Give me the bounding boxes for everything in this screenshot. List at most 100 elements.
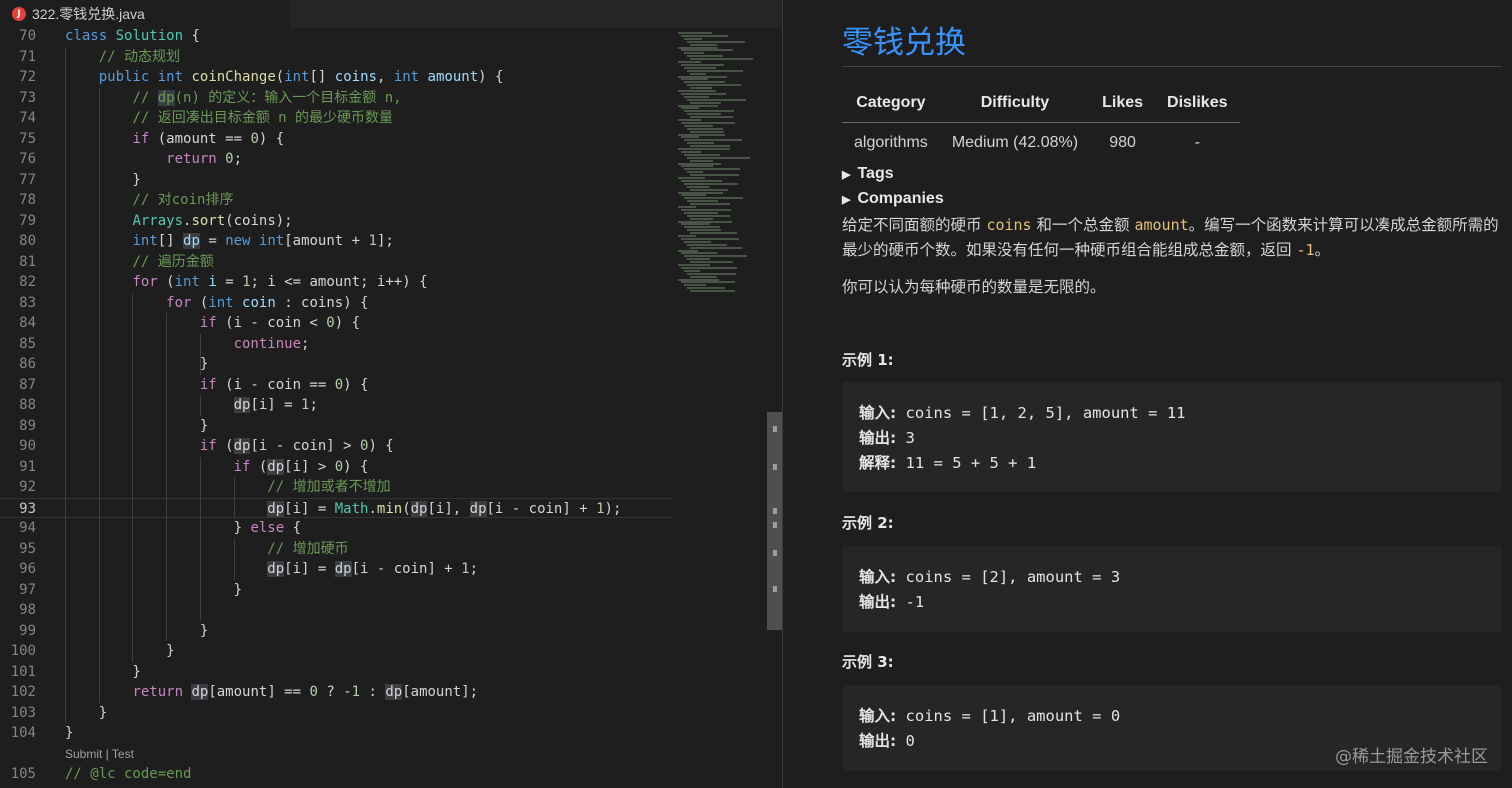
code-line[interactable]: 89 } xyxy=(0,416,672,437)
code-line[interactable]: 95 // 增加硬币 xyxy=(0,539,672,560)
minimap-line xyxy=(690,159,714,162)
vertical-scrollbar[interactable] xyxy=(767,28,782,788)
code-text: } xyxy=(65,622,209,639)
code-line[interactable]: 104} xyxy=(0,723,672,744)
code-line[interactable]: 105 // @lc code=end xyxy=(0,764,672,785)
minimap-line xyxy=(678,235,696,237)
minimap-line xyxy=(684,81,726,84)
code-line[interactable]: 81 // 遍历金额 xyxy=(0,252,672,273)
code-line[interactable]: 86 } xyxy=(0,354,672,375)
minimap-line xyxy=(687,171,704,174)
editor-tab-bar: J 322.零钱兑换.java xyxy=(0,0,782,28)
code-line[interactable]: 78 // 对coin排序 xyxy=(0,190,672,211)
code-line[interactable]: 72 public int coinChange(int[] coins, in… xyxy=(0,67,672,88)
code-text: // 动态规划 xyxy=(98,48,181,65)
minimap-line xyxy=(681,237,739,240)
minimap-line xyxy=(681,78,708,81)
code-text: } xyxy=(65,725,74,741)
code-line[interactable]: 84 if (i - coin < 0) { xyxy=(0,313,672,334)
code-text: } xyxy=(65,171,141,188)
minimap-line xyxy=(681,136,699,139)
code-line[interactable]: 80 int[] dp = new int[amount + 1]; xyxy=(0,231,672,252)
likes-value: 980 xyxy=(1109,134,1136,151)
code-line[interactable]: 77 } xyxy=(0,170,672,191)
line-number: 90 xyxy=(19,438,36,454)
minimap-line xyxy=(687,272,736,275)
code-line[interactable]: 92 // 增加或者不增加 xyxy=(0,477,672,498)
minimap-line xyxy=(690,87,712,90)
minimap-line xyxy=(687,40,745,43)
editor-tab[interactable]: J 322.零钱兑换.java xyxy=(0,0,290,28)
indent-guide xyxy=(199,333,201,375)
code-line[interactable]: 103 } xyxy=(0,703,672,724)
line-number: 70 xyxy=(19,28,36,44)
minimap-line xyxy=(690,58,753,61)
line-number: 101 xyxy=(10,663,36,680)
companies-toggle[interactable]: ▶ Companies xyxy=(842,190,944,208)
code-line[interactable]: 101 } xyxy=(0,662,672,683)
code-line[interactable]: 94 } else { xyxy=(0,518,672,539)
codelens-actions[interactable]: Submit | Test xyxy=(65,747,134,761)
code-line[interactable]: 100 } xyxy=(0,641,672,662)
line-number: 95 xyxy=(19,540,36,557)
example-line: 解释: 11 = 5 + 5 + 1 xyxy=(859,454,1037,472)
line-number: 100 xyxy=(10,643,36,659)
minimap-line xyxy=(687,243,727,246)
line-number: 78 xyxy=(19,192,36,208)
code-line[interactable]: 96 dp[i] = dp[i - coin] + 1; xyxy=(0,559,672,580)
example-block: 输入: coins = [2], amount = 3 输出: -1 xyxy=(842,546,1502,632)
minimap-line xyxy=(684,284,706,287)
code-line[interactable]: 90 if (dp[i - coin] > 0) { xyxy=(0,436,672,457)
col-dislikes: Dislikes xyxy=(1155,94,1240,123)
code-area[interactable]: 70 class Solution {71 // 动态规划 72 public in… xyxy=(0,26,672,784)
minimap-line xyxy=(678,162,722,165)
line-number: 73 xyxy=(19,89,36,106)
indent-guide xyxy=(132,292,134,662)
problem-title: 零钱兑换 xyxy=(842,25,966,61)
minimap-line xyxy=(690,246,743,249)
code-text: if (dp[i] > 0) { xyxy=(233,458,369,475)
code-line[interactable]: 98 xyxy=(0,600,672,621)
minimap[interactable] xyxy=(672,28,768,788)
scrollbar-thumb[interactable] xyxy=(767,412,782,630)
line-number: 83 xyxy=(19,294,36,311)
code-line[interactable]: 71 // 动态规划 xyxy=(0,47,672,68)
minimap-line xyxy=(684,182,738,185)
indent-guide xyxy=(166,313,168,641)
code-line[interactable]: 70 class Solution { xyxy=(0,26,672,47)
code-line[interactable]: 91 if (dp[i] > 0) { xyxy=(0,457,672,478)
code-text: // 增加或者不增加 xyxy=(267,479,391,495)
code-line[interactable]: 79 Arrays.sort(coins); xyxy=(0,211,672,232)
minimap-line xyxy=(687,142,714,145)
line-number: 94 xyxy=(19,520,36,536)
code-editor[interactable]: J 322.零钱兑换.java 70 class Solution {71 // … xyxy=(0,0,782,788)
inline-code: amount xyxy=(1134,216,1189,234)
minimap-line xyxy=(678,75,727,78)
code-line[interactable]: 93 dp[i] = Math.min(dp[i], dp[i - coin] … xyxy=(0,497,672,518)
code-line[interactable]: 74 // 返回凑出目标金额 n 的最少硬币数量 xyxy=(0,108,672,129)
code-line[interactable]: 73 // dp(n) 的定义：输入一个目标金额 n, xyxy=(0,88,672,109)
minimap-line xyxy=(678,191,723,194)
code-line[interactable]: 75 if (amount == 0) { xyxy=(0,129,672,150)
minimap-line xyxy=(687,200,718,203)
example-line: 输入: coins = [1, 2, 5], amount = 11 xyxy=(859,404,1186,422)
code-line[interactable]: 102 return dp[amount] == 0 ? -1 : dp[amo… xyxy=(0,682,672,703)
code-line[interactable]: 88 dp[i] = 1; xyxy=(0,395,672,416)
code-line[interactable]: 87 if (i - coin == 0) { xyxy=(0,375,672,396)
code-line[interactable]: 99 } xyxy=(0,621,672,642)
scrollbar-marker xyxy=(773,522,777,528)
line-number: 71 xyxy=(19,48,36,65)
code-line[interactable]: 83 for (int coin : coins) { xyxy=(0,293,672,314)
minimap-line xyxy=(684,197,744,200)
scrollbar-marker xyxy=(773,508,777,514)
line-number: 104 xyxy=(10,725,36,741)
indent-guide xyxy=(65,46,66,723)
code-line[interactable]: 76 return 0; xyxy=(0,149,672,170)
tags-toggle[interactable]: ▶ Tags xyxy=(842,165,894,183)
minimap-line xyxy=(681,92,726,95)
code-line[interactable]: 97 } xyxy=(0,580,672,601)
code-line[interactable]: 85 continue; xyxy=(0,334,672,355)
codelens[interactable]: Submit | Test xyxy=(0,744,672,764)
dislikes-value: - xyxy=(1194,134,1200,151)
code-line[interactable]: 82 for (int i = 1; i <= amount; i++) { xyxy=(0,272,672,293)
